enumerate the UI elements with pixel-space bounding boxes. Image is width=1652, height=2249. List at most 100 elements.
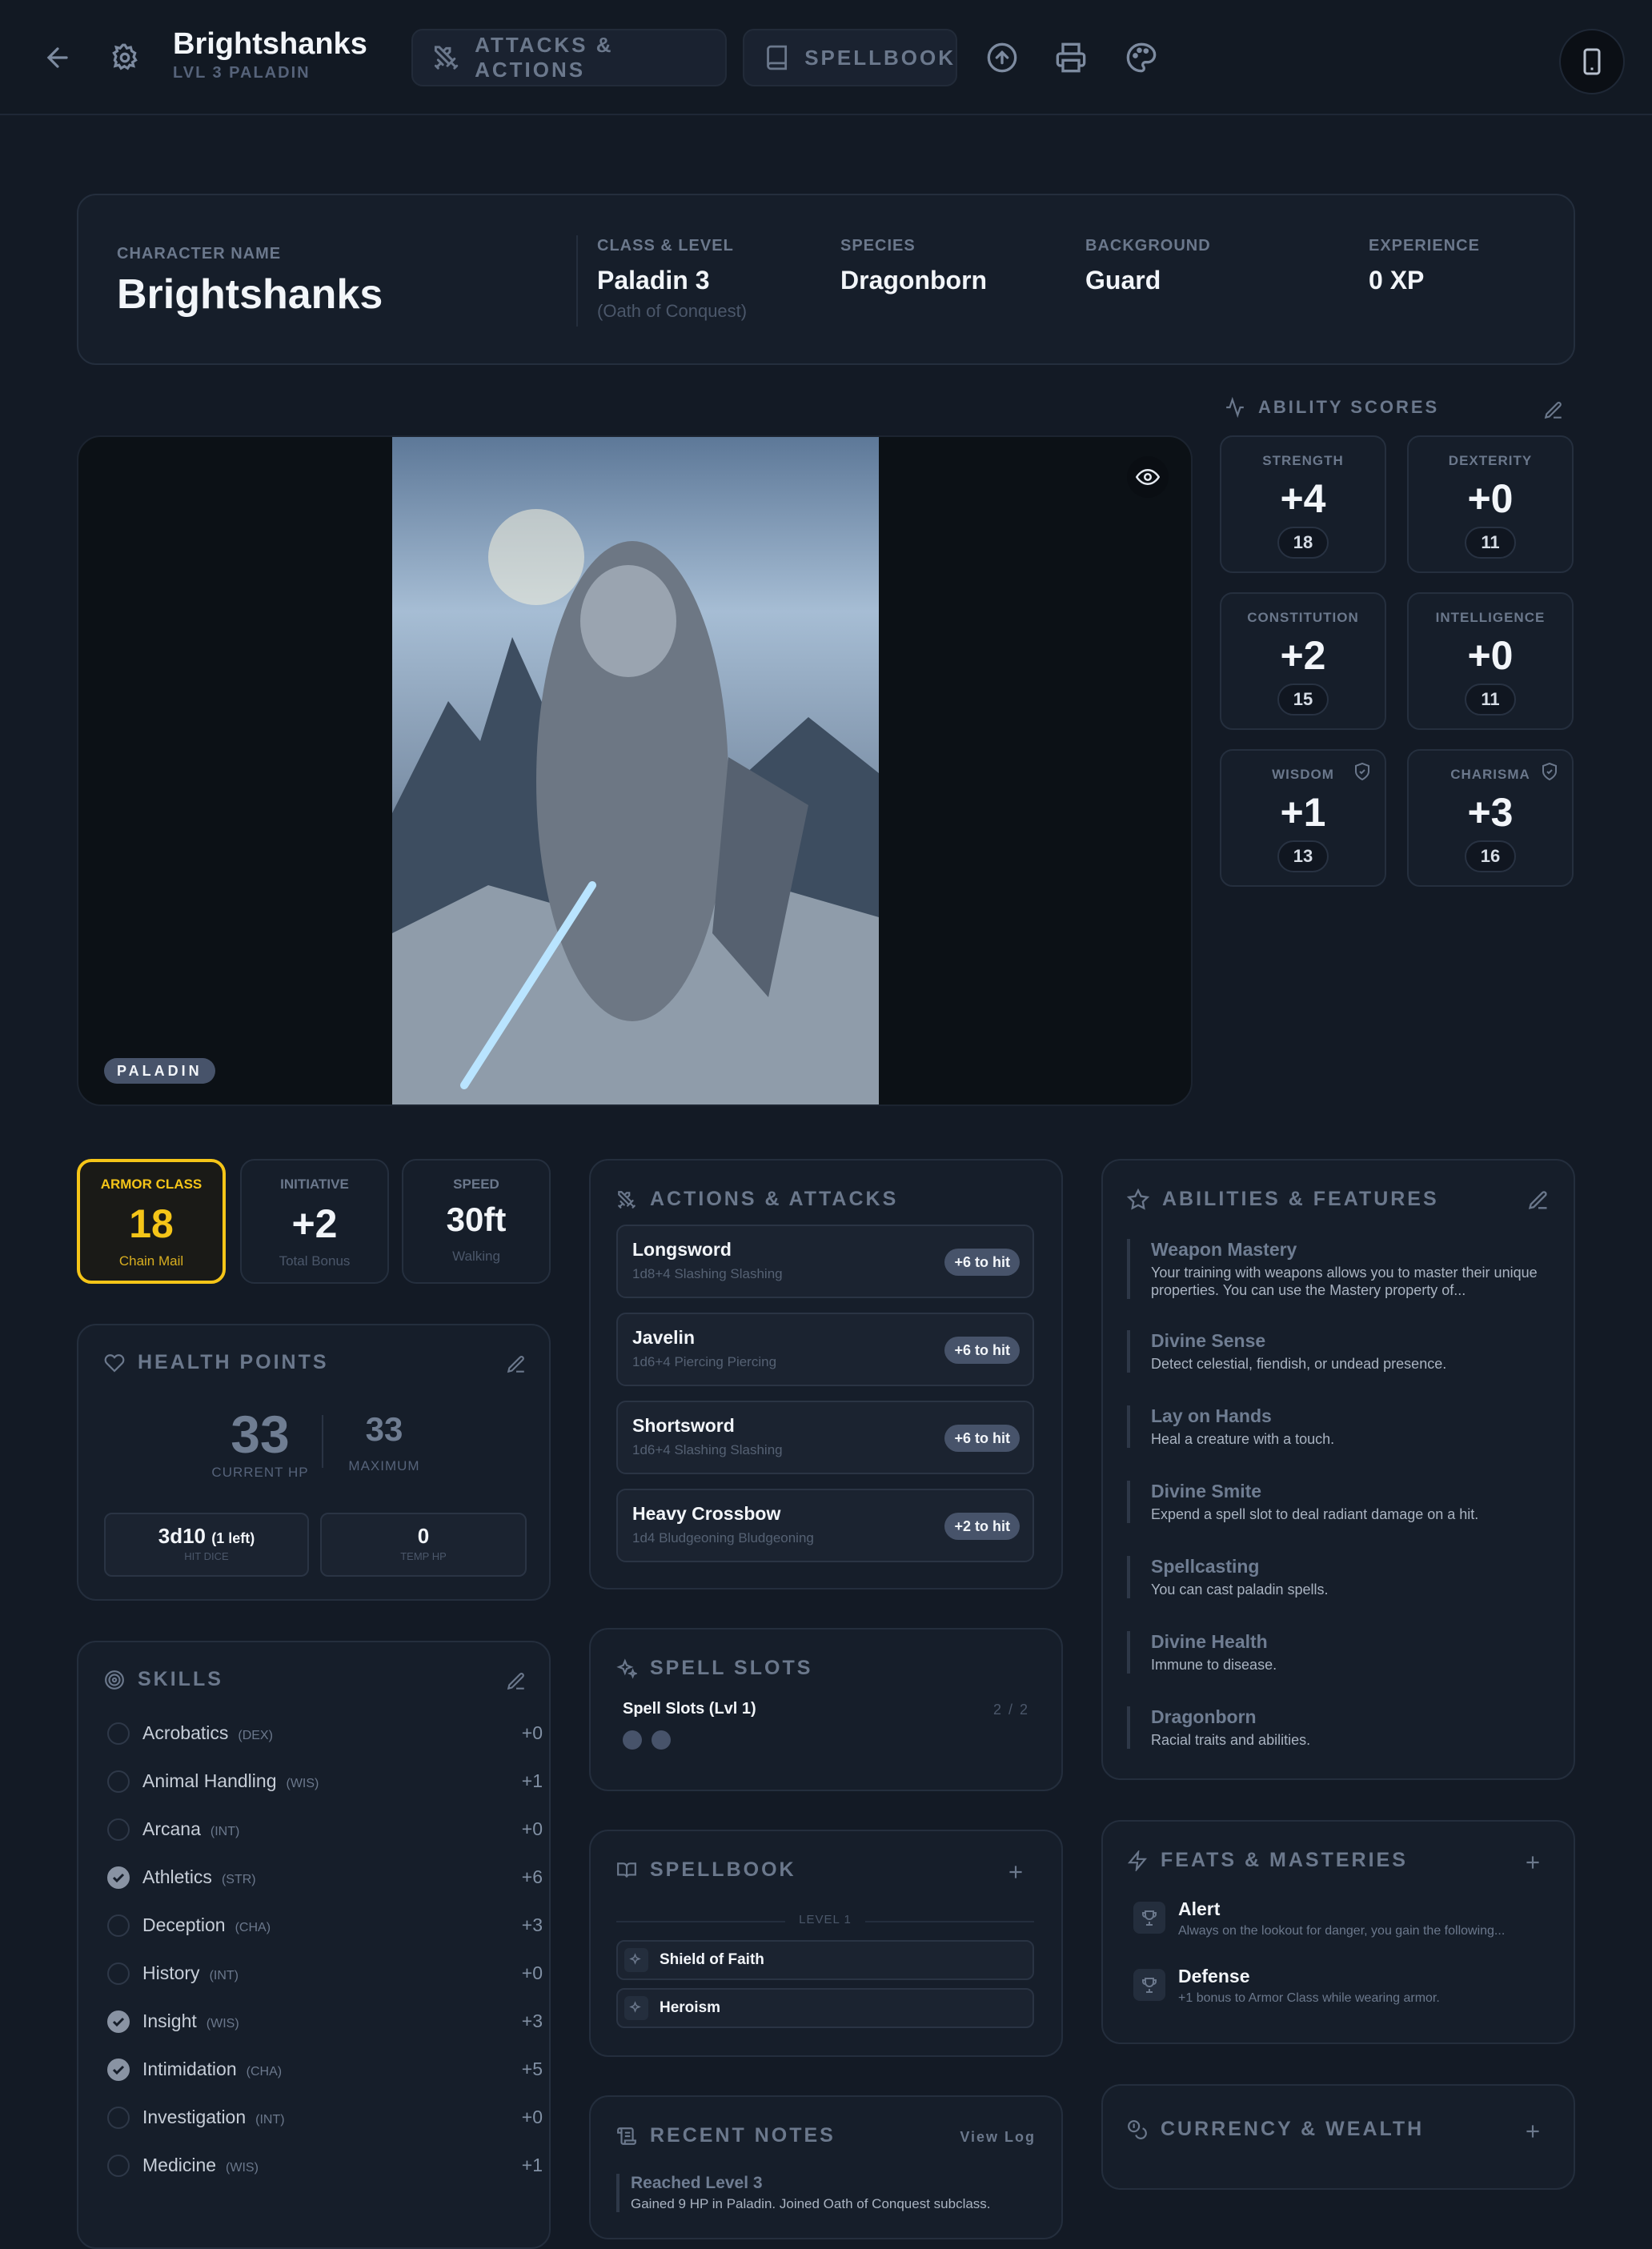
skill-name-wrap: Arcana (INT): [142, 1818, 239, 1840]
skill-row[interactable]: Medicine (WIS) +1: [107, 2143, 543, 2191]
feature-item[interactable]: Spellcasting You can cast paladin spells.: [1127, 1556, 1543, 1598]
ability-box-wisdom[interactable]: WISDOM +1 13: [1220, 749, 1386, 887]
attack-hit-badge[interactable]: +2 to hit: [944, 1513, 1020, 1540]
edit-features-icon[interactable]: [1524, 1186, 1553, 1215]
view-log-link[interactable]: View Log: [960, 2129, 1036, 2146]
species: Dragonborn: [840, 266, 988, 295]
skill-row[interactable]: Insight (WIS) +3: [107, 1999, 543, 2047]
device-view-button[interactable]: [1559, 29, 1625, 94]
skill-value: +3: [521, 1914, 543, 1935]
skill-value: +0: [521, 1722, 543, 1743]
proficiency-checkbox[interactable]: [107, 1770, 130, 1793]
skill-row[interactable]: History (INT) +0: [107, 1951, 543, 1999]
proficiency-checkbox[interactable]: [107, 2059, 130, 2081]
edit-abilities-icon[interactable]: [1540, 397, 1567, 424]
crossed-swords-icon: [618, 1190, 636, 1209]
skill-value: +6: [521, 1866, 543, 1887]
proficiency-checkbox[interactable]: [107, 1962, 130, 1985]
feat-item[interactable]: Defense +1 bonus to Armor Class while wea…: [1133, 1966, 1550, 2022]
ability-box-charisma[interactable]: CHARISMA +3 16: [1407, 749, 1574, 887]
feats-header: FEATS & MASTERIES: [1127, 1849, 1408, 1872]
hit-dice-left: (1 left): [211, 1530, 255, 1546]
features-title: ABILITIES & FEATURES: [1162, 1188, 1439, 1210]
ability-box-strength[interactable]: STRENGTH +4 18: [1220, 435, 1386, 573]
attack-hit-badge[interactable]: +6 to hit: [944, 1337, 1020, 1364]
attack-row[interactable]: Javelin 1d6+4 Piercing Piercing +6 to hit: [616, 1313, 1034, 1386]
feature-item[interactable]: Weapon Mastery Your training with weapons…: [1127, 1239, 1543, 1299]
palette-icon[interactable]: [1121, 37, 1162, 78]
armor-class-box[interactable]: ARMOR CLASS 18 Chain Mail: [77, 1159, 226, 1284]
proficiency-checkbox[interactable]: [107, 1866, 130, 1889]
feature-item[interactable]: Divine Health Immune to disease.: [1127, 1631, 1543, 1674]
add-spell-icon[interactable]: [1002, 1858, 1029, 1886]
skill-value: +5: [521, 2059, 543, 2079]
current-hp[interactable]: 33: [203, 1404, 317, 1465]
edit-skills-icon[interactable]: [503, 1668, 530, 1695]
attack-row[interactable]: Longsword 1d8+4 Slashing Slashing +6 to hi…: [616, 1225, 1034, 1298]
ability-modifier: +3: [1467, 790, 1514, 835]
upload-icon[interactable]: [981, 37, 1023, 78]
feature-item[interactable]: Dragonborn Racial traits and abilities.: [1127, 1706, 1543, 1749]
feature-item[interactable]: Divine Smite Expend a spell slot to deal …: [1127, 1481, 1543, 1523]
attack-row[interactable]: Heavy Crossbow 1d4 Bludgeoning Bludgeonin…: [616, 1489, 1034, 1562]
temp-hp-label: TEMP HP: [400, 1550, 447, 1562]
proficiency-checkbox[interactable]: [107, 2107, 130, 2129]
skill-ability: (DEX): [238, 1729, 273, 1742]
portrait-card: PALADIN: [77, 435, 1193, 1106]
feat-item[interactable]: Alert Always on the lookout for danger, y…: [1133, 1898, 1550, 1954]
skill-row[interactable]: Deception (CHA) +3: [107, 1903, 543, 1951]
tab-spellbook[interactable]: SPELLBOOK: [743, 29, 957, 86]
hit-dice-label: HIT DICE: [184, 1550, 229, 1562]
attack-hit-badge[interactable]: +6 to hit: [944, 1249, 1020, 1276]
skill-row[interactable]: Animal Handling (WIS) +1: [107, 1759, 543, 1807]
background: Guard: [1085, 266, 1161, 295]
skill-ability: (WIS): [206, 2017, 239, 2031]
feature-item[interactable]: Divine Sense Detect celestial, fiendish, …: [1127, 1330, 1543, 1373]
visibility-toggle[interactable]: [1127, 456, 1169, 498]
tab-attacks-actions[interactable]: ATTACKS & ACTIONS: [411, 29, 727, 86]
spell-slots-title: SPELL SLOTS: [650, 1657, 813, 1679]
proficiency-checkbox[interactable]: [107, 2155, 130, 2177]
skill-row[interactable]: Arcana (INT) +0: [107, 1807, 543, 1855]
ability-score: 16: [1465, 840, 1516, 872]
spell-row[interactable]: Shield of Faith: [616, 1940, 1034, 1980]
attack-hit-badge[interactable]: +6 to hit: [944, 1425, 1020, 1452]
tablet-icon: [1583, 48, 1601, 75]
character-name: Brightshanks: [117, 271, 383, 318]
proficiency-checkbox[interactable]: [107, 1914, 130, 1937]
temp-hp-box[interactable]: 0 TEMP HP: [320, 1513, 527, 1577]
skill-row[interactable]: Acrobatics (DEX) +0: [107, 1711, 543, 1759]
skills-card: SKILLS Acrobatics (DEX) +0 Animal Handling (…: [77, 1641, 551, 2249]
skill-row[interactable]: Athletics (STR) +6: [107, 1855, 543, 1903]
hit-dice-box[interactable]: 3d10 (1 left) HIT DICE: [104, 1513, 309, 1577]
skill-row[interactable]: Intimidation (CHA) +5: [107, 2047, 543, 2095]
edit-hp-icon[interactable]: [503, 1351, 530, 1378]
attack-detail: 1d6+4 Piercing Piercing: [632, 1354, 777, 1369]
proficiency-checkbox[interactable]: [107, 1722, 130, 1745]
spell-row[interactable]: Heroism: [616, 1988, 1034, 2028]
ability-box-constitution[interactable]: CONSTITUTION +2 15: [1220, 592, 1386, 730]
spell-slot-2[interactable]: [652, 1730, 671, 1750]
feature-item[interactable]: Lay on Hands Heal a creature with a touch…: [1127, 1405, 1543, 1448]
attack-row[interactable]: Shortsword 1d6+4 Slashing Slashing +6 to h…: [616, 1401, 1034, 1474]
ability-box-dexterity[interactable]: DEXTERITY +0 11: [1407, 435, 1574, 573]
proficiency-checkbox[interactable]: [107, 1818, 130, 1841]
gear-icon[interactable]: [102, 35, 147, 80]
ability-modifier: +0: [1467, 633, 1514, 678]
printer-icon[interactable]: [1050, 37, 1092, 78]
tab-spellbook-label: SPELLBOOK: [804, 45, 956, 70]
skill-ability: (INT): [255, 2113, 285, 2127]
ability-box-intelligence[interactable]: INTELLIGENCE +0 11: [1407, 592, 1574, 730]
attack-detail: 1d6+4 Slashing Slashing: [632, 1442, 783, 1457]
speed-box[interactable]: SPEED 30ft Walking: [402, 1159, 551, 1284]
skill-name: Deception: [142, 1914, 226, 1935]
skill-row[interactable]: Investigation (INT) +0: [107, 2095, 543, 2143]
spell-slot-1[interactable]: [623, 1730, 642, 1750]
currency-card: CURRENCY & WEALTH: [1101, 2084, 1575, 2190]
proficiency-checkbox[interactable]: [107, 2010, 130, 2033]
add-currency-icon[interactable]: [1519, 2118, 1546, 2145]
spell-name: Heroism: [660, 1999, 721, 2016]
add-feat-icon[interactable]: [1519, 1849, 1546, 1876]
initiative-box[interactable]: INITIATIVE +2 Total Bonus: [240, 1159, 389, 1284]
back-arrow-icon[interactable]: [35, 35, 80, 80]
